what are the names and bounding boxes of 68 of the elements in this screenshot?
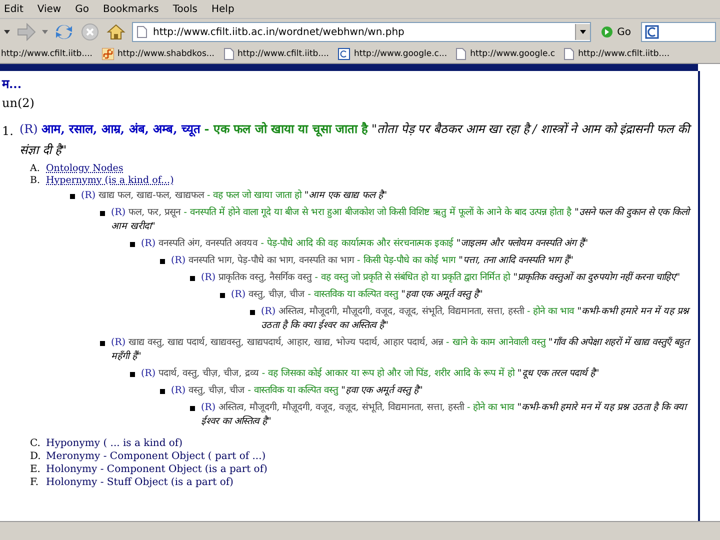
search-field[interactable]	[641, 22, 716, 42]
relation-link[interactable]: Meronymy - Component Object ( part of ...)	[46, 450, 266, 463]
bullet-icon	[190, 276, 195, 281]
list-letter: C.	[30, 437, 40, 450]
bullet-icon	[70, 194, 75, 199]
page-icon	[456, 48, 466, 60]
bookmark-link[interactable]: http://www.google.c...	[338, 48, 448, 60]
bullet-icon	[190, 406, 195, 411]
menu-item[interactable]: View	[37, 4, 62, 14]
bullet-icon	[220, 293, 225, 298]
caret-icon[interactable]	[4, 30, 10, 34]
forward-arrow-icon[interactable]	[16, 23, 36, 41]
synset-entry: (R) फल, फर, प्रसून - वनस्पति में होने वाला गूदे या बीज से भरा हुआ बीजकोश जो किसी विशिष्ट ऋतु में फूलों के आने के बाद उत्पन्न होता है "उसने फल की दुकान से एक किलो आम खरीदा"	[111, 206, 690, 234]
relation-link[interactable]: Ontology Nodes	[46, 163, 124, 175]
part-of-speech: un(2)	[2, 96, 36, 110]
play-circle-icon	[601, 26, 614, 38]
letter-c-icon	[338, 48, 350, 60]
bullet-icon	[160, 389, 165, 394]
list-letter: F.	[30, 476, 40, 489]
relation-link[interactable]: Hyponymy ( ... is a kind of)	[46, 437, 183, 450]
bookmark-link[interactable]: http://www.google.c	[456, 48, 556, 60]
sense-number: 1.	[2, 123, 14, 140]
search-engine-icon	[645, 25, 659, 39]
reload-icon[interactable]	[54, 22, 74, 42]
sense-entry: (R) आम, रसाल, आम्र, अंब, अम्ब, च्यूत - एक फल जो खाया या चूसा जाता है "तोता पेड़ पर बैठकर आम खा रहा है / शास्त्रों ने आम को इंद्रासनी फल की संज्ञा दी है"	[19, 121, 692, 159]
menu-item[interactable]: Go	[75, 4, 89, 14]
relation-link[interactable]: Hypernymy (is a kind of...)	[46, 175, 174, 187]
home-icon[interactable]	[106, 22, 126, 42]
list-letter: A.	[30, 163, 40, 175]
bullet-icon	[130, 372, 135, 377]
list-letter: D.	[30, 450, 40, 463]
bookmark-link[interactable]: http://www.cfilt.iitb....	[224, 48, 329, 60]
relation-link[interactable]: Holonymy - Stuff Object (is a part of)	[46, 476, 234, 489]
synset-entry: (R) वनस्पति भाग, पेड़-पौधे का भाग, वनस्पति का भाग - किसी पेड़-पौधे का कोई भाग "पत्ता, तना आदि वनस्पति भाग हैं"	[171, 254, 574, 268]
menu-item[interactable]: Tools	[172, 4, 198, 14]
bullet-icon	[100, 341, 105, 346]
word-heading: म...	[2, 76, 23, 92]
menu-item[interactable]: Help	[212, 4, 234, 14]
synset-entry: (R) खाद्य फल, खाद्य-फल, खाद्यफल - वह फल जो खाया जाता हो "आम एक खाद्य फल है"	[81, 189, 388, 203]
page-icon	[137, 26, 147, 38]
synset-entry: (R) पदार्थ, वस्तु, चीज़, चीज, द्रव्य - वह जिसका कोई आकार या रूप हो और जो पिंड, शरीर आदि के रूप में हो "दूध एक तरल पदार्थ है"	[141, 367, 600, 381]
bullet-icon	[160, 259, 165, 264]
bookmark-link[interactable]: http://www.shabdkos...	[102, 48, 214, 60]
synset-entry: (R) अस्तित्व, मौजूदगी, मौज़ूदगी, वजूद, वज़ूद, संभूति, विद्यमानता, सत्ता, हस्ती - होने का भाव "कभी-कभी हमारे मन में यह प्रश्न उठता है कि क्या ईश्वर का अस्तित्व है"	[261, 305, 690, 333]
dropdown-button[interactable]	[575, 24, 590, 40]
caret-icon	[580, 30, 586, 34]
synset-entry: (R) वस्तु, चीज़, चीज - वास्तविक या कल्पित वस्तु "हवा एक अमूर्त वस्तु है"	[171, 384, 424, 398]
page-icon	[564, 48, 574, 60]
synset-entry: (R) खाद्य वस्तु, खाद्य पदार्थ, खाद्यवस्तु, खाद्यपदार्थ, आहार, खाद्य, भोज्य पदार्थ, आहार पदार्थ, अन्न - खाने के काम आनेवाली वस्तु "गाँव की अपेक्षा शहरों में खाद्य वस्तुएँ बहुत महँगी हैं"	[111, 336, 690, 364]
url-field[interactable]: http://www.cfilt.iitb.ac.in/wordnet/webhwn/wn.php	[132, 22, 592, 42]
bullet-icon	[100, 211, 105, 216]
synset-entry: (R) प्राकृतिक वस्तु, नैसर्गिक वस्तु - वह वस्तु जो प्रकृति से संबंधित हो या प्रकृति द्वारा निर्मित हो "प्राकृतिक वस्तुओं का दुरुपयोग नहीं करना चाहिए"	[201, 271, 682, 285]
list-letter: E.	[30, 463, 40, 476]
menu-item[interactable]: Bookmarks	[102, 4, 159, 14]
relation-link[interactable]: Holonymy - Component Object (is a part of)	[46, 463, 268, 476]
synset-entry: (R) वस्तु, चीज़, चीज - वास्तविक या कल्पित वस्तु "हवा एक अमूर्त वस्तु है"	[231, 288, 484, 302]
synset-entry: (R) अस्तित्व, मौजूदगी, मौज़ूदगी, वजूद, वज़ूद, संभूति, विद्यमानता, सत्ता, हस्ती - होने का भाव "कभी-कभी हमारे मन में यह प्रश्न उठता है कि क्या ईश्वर का अस्तित्व है"	[201, 401, 689, 429]
stop-icon[interactable]	[80, 22, 100, 42]
bookmark-link[interactable]: http://www.cfilt.iitb....	[564, 48, 670, 60]
page-icon	[224, 48, 234, 60]
synset-entry: (R) वनस्पति अंग, वनस्पति अवयव - पेड़-पौधे आदि की वह कार्यात्मक और संरचनात्मक इकाई "जाइलम और फ्लोयम वनस्पति अंग हैं"	[141, 237, 590, 251]
symbol-icon	[102, 48, 114, 60]
bullet-icon	[250, 310, 255, 315]
bookmark-link[interactable]: http://www.cfilt.iitb....	[1, 49, 92, 59]
menu-item[interactable]: Edit	[4, 4, 24, 14]
list-letter: B.	[30, 175, 40, 187]
go-button[interactable]: Go	[597, 26, 635, 38]
bullet-icon	[130, 242, 135, 247]
